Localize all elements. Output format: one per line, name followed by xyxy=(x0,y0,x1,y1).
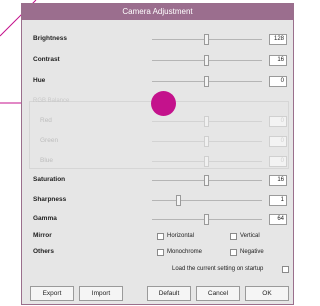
blue-row: Blue 0 xyxy=(22,153,293,171)
sharpness-label: Sharpness xyxy=(33,196,67,203)
camera-adjustment-dialog: Camera Adjustment Brightness 128 Contras… xyxy=(21,3,294,305)
dialog-title: Camera Adjustment xyxy=(22,4,293,20)
blue-value-field[interactable]: 0 xyxy=(269,156,287,167)
monochrome-checkbox[interactable] xyxy=(157,249,164,256)
gamma-row: Gamma 64 xyxy=(22,211,293,229)
negative-checkbox[interactable] xyxy=(230,249,237,256)
brightness-row: Brightness 128 xyxy=(22,31,293,49)
brightness-label: Brightness xyxy=(33,35,67,42)
hue-row: Hue 0 xyxy=(22,73,293,91)
cancel-button[interactable]: Cancel xyxy=(196,286,240,301)
saturation-label: Saturation xyxy=(33,176,66,183)
green-value-field[interactable]: 0 xyxy=(269,136,287,147)
green-slider-thumb[interactable] xyxy=(204,136,209,147)
sharpness-slider[interactable] xyxy=(152,200,262,201)
horizontal-checkbox-label[interactable]: Horizontal xyxy=(167,233,194,239)
saturation-slider-thumb[interactable] xyxy=(204,175,209,186)
others-label: Others xyxy=(33,248,54,255)
red-slider-thumb[interactable] xyxy=(204,116,209,127)
red-label: Red xyxy=(40,117,52,124)
hue-label: Hue xyxy=(33,77,46,84)
hue-value-field[interactable]: 0 xyxy=(269,76,287,87)
rgb-balance-group-label: RGB Balance xyxy=(33,98,70,104)
green-row: Green 0 xyxy=(22,133,293,151)
contrast-label: Contrast xyxy=(33,56,60,63)
red-value-field[interactable]: 0 xyxy=(269,116,287,127)
contrast-value-field[interactable]: 16 xyxy=(269,55,287,66)
gamma-label: Gamma xyxy=(33,215,57,222)
load-on-startup-label[interactable]: Load the current setting on startup xyxy=(172,266,263,272)
gamma-slider-thumb[interactable] xyxy=(204,214,209,225)
saturation-value-field[interactable]: 16 xyxy=(269,175,287,186)
hue-slider-thumb[interactable] xyxy=(204,76,209,87)
load-on-startup-checkbox[interactable] xyxy=(282,266,289,273)
import-button[interactable]: Import xyxy=(79,286,123,301)
brightness-slider-thumb[interactable] xyxy=(204,34,209,45)
vertical-checkbox[interactable] xyxy=(230,233,237,240)
contrast-row: Contrast 16 xyxy=(22,52,293,70)
ok-button[interactable]: OK xyxy=(245,286,289,301)
mirror-label: Mirror xyxy=(33,232,52,239)
export-button[interactable]: Export xyxy=(30,286,74,301)
gamma-value-field[interactable]: 64 xyxy=(269,214,287,225)
blue-slider-thumb[interactable] xyxy=(204,156,209,167)
red-row: Red 0 xyxy=(22,113,293,131)
contrast-slider-thumb[interactable] xyxy=(204,55,209,66)
sharpness-row: Sharpness 1 xyxy=(22,192,293,210)
horizontal-checkbox[interactable] xyxy=(157,233,164,240)
sharpness-value-field[interactable]: 1 xyxy=(269,195,287,206)
negative-checkbox-label[interactable]: Negative xyxy=(240,249,264,255)
brightness-value-field[interactable]: 128 xyxy=(269,34,287,45)
monochrome-checkbox-label[interactable]: Monochrome xyxy=(167,249,202,255)
vertical-checkbox-label[interactable]: Vertical xyxy=(240,233,260,239)
default-button[interactable]: Default xyxy=(147,286,191,301)
saturation-row: Saturation 16 xyxy=(22,172,293,190)
annotation-marker xyxy=(151,91,176,116)
blue-label: Blue xyxy=(40,157,54,164)
green-label: Green xyxy=(40,137,59,144)
sharpness-slider-thumb[interactable] xyxy=(176,195,181,206)
